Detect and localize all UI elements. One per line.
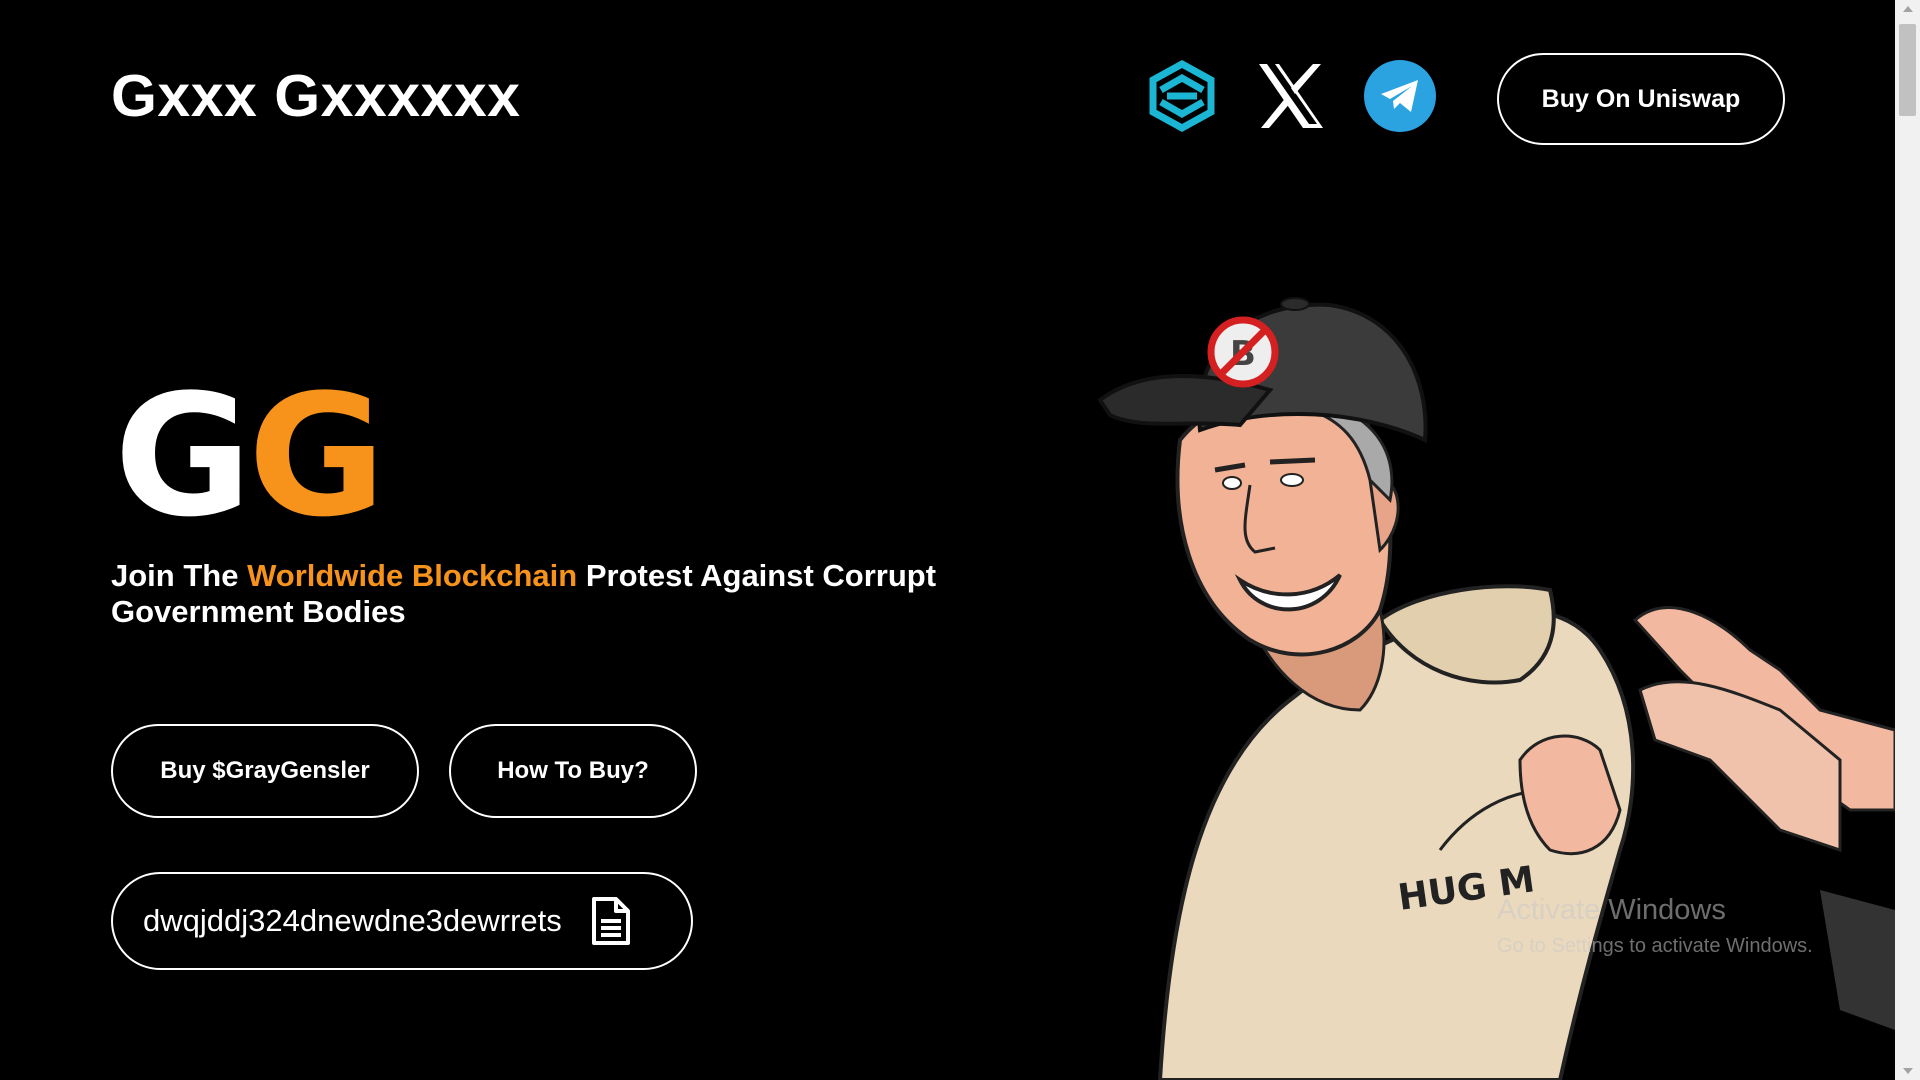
vertical-scrollbar[interactable] <box>1895 0 1920 1080</box>
telegram-icon <box>1364 60 1436 132</box>
copy-document-icon[interactable] <box>590 897 630 945</box>
scroll-down-arrow-icon[interactable] <box>1903 1068 1913 1074</box>
activate-windows-subtitle: Go to Settings to activate Windows. <box>1497 935 1813 957</box>
telegram-link[interactable] <box>1362 58 1438 134</box>
page: Gxxx Gxxxxxx Buy On Uniswap GG Join The … <box>0 0 1895 1080</box>
tagline-accent: Worldwide Blockchain <box>247 558 578 593</box>
tagline-prefix: Join The <box>111 558 248 593</box>
scroll-up-arrow-icon[interactable] <box>1903 6 1913 12</box>
mascot-illustration: HUG M B <box>1097 297 1895 1080</box>
buy-on-uniswap-button[interactable]: Buy On Uniswap <box>1497 53 1785 145</box>
contract-address-field[interactable]: dwqjddj324dnewdne3dewrrets <box>111 872 693 970</box>
logo-letter-white: G <box>114 358 252 554</box>
social-links <box>1144 58 1438 134</box>
logo-letter-orange: G <box>247 358 386 554</box>
how-to-buy-button[interactable]: How To Buy? <box>449 724 697 818</box>
dextools-link[interactable] <box>1144 58 1220 134</box>
brand-title[interactable]: Gxxx Gxxxxxx <box>111 62 521 130</box>
x-link[interactable] <box>1253 58 1329 134</box>
hero-tagline: Join The Worldwide Blockchain Protest Ag… <box>111 558 971 630</box>
activate-windows-title: Activate Windows <box>1497 894 1726 926</box>
dextools-icon <box>1149 60 1215 132</box>
contract-address: dwqjddj324dnewdne3dewrrets <box>143 903 562 938</box>
gg-logo: GG <box>114 372 386 540</box>
buy-token-button[interactable]: Buy $GrayGensler <box>111 724 419 818</box>
scroll-thumb[interactable] <box>1899 24 1916 116</box>
x-icon <box>1259 64 1323 128</box>
